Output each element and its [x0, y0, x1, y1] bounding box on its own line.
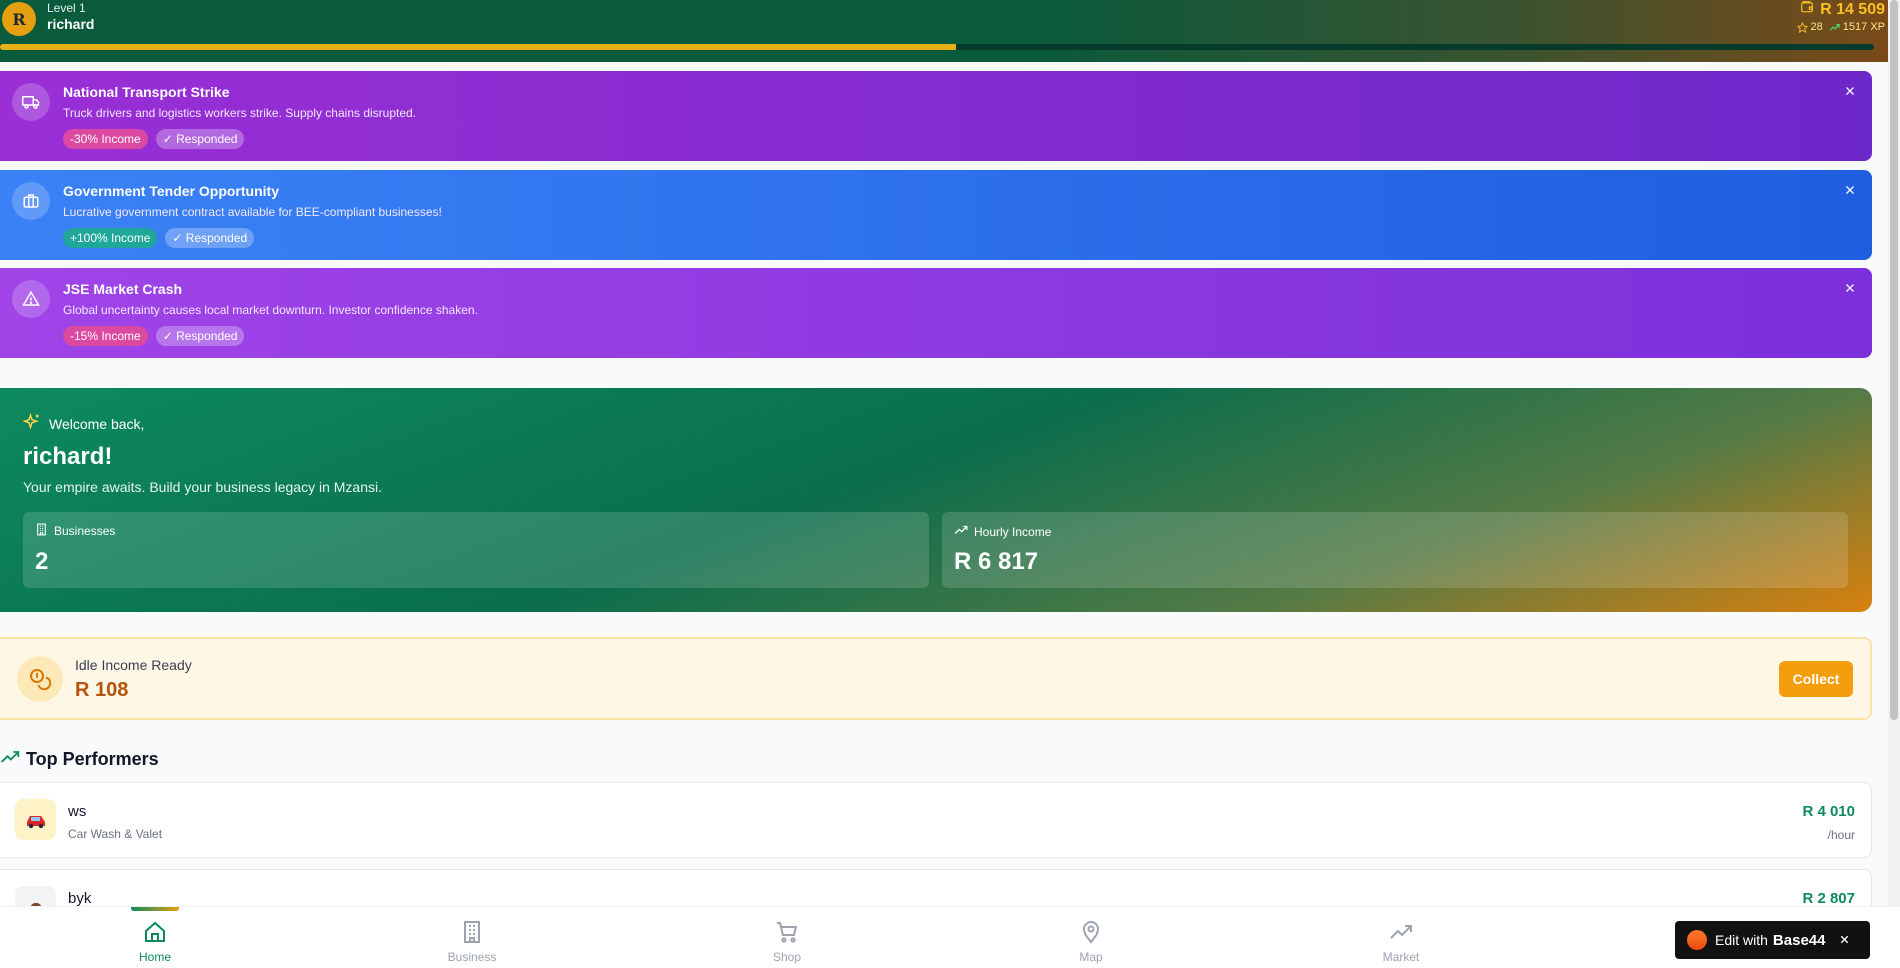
car-icon — [15, 799, 56, 840]
close-icon[interactable] — [1840, 278, 1860, 298]
trending-up-icon — [0, 747, 20, 772]
businesses-value: 2 — [35, 548, 49, 575]
welcome-name: richard! — [23, 443, 113, 470]
truck-icon — [12, 83, 50, 121]
balance-display: R 14 509 — [1800, 0, 1885, 19]
star-icon — [1796, 21, 1808, 33]
cart-icon — [775, 920, 799, 947]
nav-business[interactable]: Business — [412, 907, 532, 968]
event-title: National Transport Strike — [63, 84, 230, 100]
warning-icon — [12, 280, 50, 318]
event-description: Lucrative government contract available … — [63, 205, 442, 219]
businesses-label: Businesses — [54, 524, 116, 538]
wallet-icon — [1800, 0, 1814, 19]
responded-badge: ✓ Responded — [155, 129, 245, 149]
income-effect-badge: +100% Income — [63, 228, 158, 248]
nav-map[interactable]: Map — [1031, 907, 1151, 968]
nav-business-label: Business — [447, 950, 497, 964]
badge-text: Edit with — [1715, 932, 1768, 948]
event-card: National Transport Strike Truck drivers … — [0, 71, 1872, 161]
nav-home-label: Home — [138, 950, 171, 964]
trending-up-icon — [1389, 920, 1413, 947]
badge-brand: Base44 — [1772, 931, 1826, 949]
xp-count: 1517 XP — [1842, 21, 1885, 33]
collect-button[interactable]: Collect — [1779, 661, 1853, 697]
nav-shop[interactable]: Shop — [727, 907, 847, 968]
xp-progress-fill — [0, 44, 956, 50]
close-icon[interactable] — [1840, 81, 1860, 101]
hourly-income-value: R 6 817 — [954, 548, 1039, 575]
player-level: Level 1 — [47, 1, 86, 15]
avatar[interactable]: R — [2, 2, 36, 36]
performer-income: R 2 807 — [1802, 890, 1855, 907]
hourly-income-label: Hourly Income — [974, 524, 1052, 539]
welcome-greeting: Welcome back, — [49, 415, 145, 432]
trending-up-icon — [1829, 22, 1840, 33]
stars-count: 28 — [1810, 21, 1823, 33]
briefcase-icon — [12, 182, 50, 220]
base44-logo-icon — [1687, 930, 1707, 950]
nav-home[interactable]: Home — [95, 907, 215, 968]
player-username: richard — [47, 16, 95, 32]
top-performers-title: Top Performers — [26, 749, 159, 769]
building-icon — [35, 523, 48, 539]
performer-name: byk — [68, 890, 92, 907]
coins-icon — [17, 656, 63, 702]
top-performers-heading: Top Performers — [0, 747, 159, 772]
responded-badge: ✓ Responded — [155, 326, 245, 346]
idle-income-card: Idle Income Ready R 108 Collect — [0, 637, 1872, 720]
event-title: JSE Market Crash — [63, 281, 183, 297]
event-card: Government Tender Opportunity Lucrative … — [0, 170, 1872, 260]
map-pin-icon — [1079, 920, 1103, 947]
businesses-stat: Businesses 2 — [23, 512, 929, 588]
performer-row[interactable]: ws Car Wash & Valet R 4 010 /hour — [0, 782, 1872, 858]
performer-income: R 4 010 — [1802, 803, 1855, 820]
bottom-nav: Home Business Shop Map Market — [0, 906, 1900, 968]
hourly-income-stat: Hourly Income R 6 817 — [942, 512, 1848, 588]
idle-income-label: Idle Income Ready — [75, 657, 192, 673]
nav-market[interactable]: Market — [1341, 907, 1461, 968]
nav-shop-label: Shop — [772, 950, 802, 964]
income-effect-badge: -15% Income — [63, 326, 148, 346]
close-icon[interactable] — [1840, 180, 1860, 200]
performer-type: Car Wash & Valet — [68, 827, 163, 841]
idle-income-value: R 108 — [75, 679, 129, 701]
home-icon — [143, 920, 167, 947]
player-stats: 28 1517 XP — [1796, 21, 1885, 33]
welcome-subtitle: Your empire awaits. Build your business … — [23, 479, 382, 495]
event-card: JSE Market Crash Global uncertainty caus… — [0, 268, 1872, 358]
event-description: Global uncertainty causes local market d… — [63, 303, 478, 317]
building-icon — [460, 920, 484, 947]
trending-up-icon — [954, 523, 968, 540]
nav-map-label: Map — [1079, 950, 1103, 964]
responded-badge: ✓ Responded — [165, 228, 255, 248]
event-description: Truck drivers and logistics workers stri… — [63, 106, 417, 120]
xp-progress-bar — [0, 44, 1874, 50]
performer-income-unit: /hour — [1827, 828, 1855, 842]
income-effect-badge: -30% Income — [63, 129, 148, 149]
balance-value: R 14 509 — [1820, 0, 1885, 18]
performer-name: ws — [68, 803, 87, 820]
close-icon[interactable] — [1839, 932, 1850, 948]
edit-with-base44-badge[interactable]: Edit with Base44 — [1675, 921, 1870, 959]
scrollbar-thumb[interactable] — [1890, 0, 1898, 720]
top-header: R Level 1 richard R 14 509 28 1517 XP — [0, 0, 1888, 62]
nav-market-label: Market — [1382, 950, 1420, 964]
welcome-card: Welcome back, richard! Your empire await… — [0, 388, 1872, 612]
event-title: Government Tender Opportunity — [63, 183, 279, 199]
sparkles-icon — [22, 412, 41, 434]
